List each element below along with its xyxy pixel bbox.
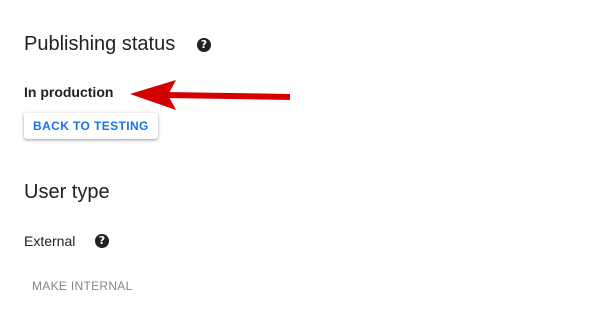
oauth-consent-status-panel: Publishing status ? In production BACK T…: [0, 0, 600, 327]
make-internal-button[interactable]: MAKE INTERNAL: [24, 274, 141, 298]
user-type-title: User type: [24, 181, 110, 203]
help-circle-icon[interactable]: ?: [95, 234, 109, 248]
publishing-status-value: In production: [24, 84, 114, 100]
help-circle-icon[interactable]: ?: [197, 38, 211, 52]
arrow-left-icon: [130, 80, 291, 110]
back-to-testing-button[interactable]: BACK TO TESTING: [24, 113, 158, 139]
publishing-status-title: Publishing status: [24, 33, 176, 55]
user-type-value: External: [24, 233, 76, 249]
